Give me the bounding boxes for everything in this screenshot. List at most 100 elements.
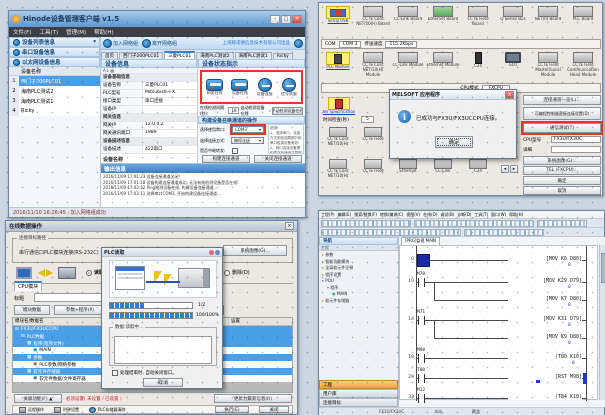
plc-if-ccie-field-head[interactable]: CC IE Field Communication Head Module [566, 52, 600, 77]
tab-home[interactable]: 首页 [101, 52, 118, 59]
output-log[interactable]: 2016/11/09 17:01:23 设备连接通道关闭! 2016/11/09… [101, 173, 305, 197]
pc-if-ccie-field-board[interactable]: CC IE Field Board [461, 6, 495, 27]
pc-if-ccie-cont-board[interactable]: CC IE Cont NET/10(H) Board [356, 6, 390, 27]
document-tab[interactable]: [PRG]监视 MAIN [401, 237, 440, 245]
instruction[interactable]: [MOV K29 D79] [508, 278, 582, 284]
ladder-canvas[interactable]: 0 [MOV K6 D80] 0 10 M70 [MOV K29 D79] 0 … [399, 245, 598, 400]
menu-convert[interactable]: 转换/编译(C) [380, 212, 403, 218]
tab-siemens[interactable]: 西门子200PLC01 [119, 52, 163, 59]
cancel-button[interactable]: 取消 [143, 378, 183, 387]
comm-test-button[interactable]: 通信测试(T) [523, 123, 601, 133]
close-button[interactable]: × [292, 15, 302, 24]
network-ccie-field[interactable]: CC IE Field [356, 127, 390, 142]
execute-button[interactable]: 执行(E) [215, 406, 249, 413]
property-category[interactable]: 设备描述信息 [101, 138, 197, 146]
join-network-button[interactable]: 加入网络组 [103, 39, 138, 48]
network-ccie-cont[interactable]: CC IE Cont NET/10(H) [321, 127, 355, 147]
toolbar-icons[interactable] [537, 220, 587, 227]
baud-rate-value[interactable]: 115.2Kbps [385, 41, 417, 48]
scrollbar-thumb[interactable] [601, 253, 605, 283]
coexist-ethernet[interactable]: Ethernet [391, 159, 425, 174]
property-category[interactable]: 设备基础信息 [101, 74, 197, 82]
nav-button-connection[interactable]: 连接目标 [319, 398, 398, 407]
instruction[interactable]: [MOV K6 D80] [508, 256, 582, 262]
contact[interactable] [418, 374, 425, 383]
toolbar-icons[interactable] [321, 229, 461, 236]
contact[interactable] [418, 394, 425, 403]
plc-if-ccie-cont-module[interactable]: CC IE Cont NET/10(H) Module [356, 52, 390, 77]
serial-port-select[interactable]: COM3 ▾ [232, 126, 264, 133]
plc-if-ethernet-module[interactable]: Ethernet Module [426, 52, 460, 68]
com-port-value[interactable]: COM 3 [339, 41, 362, 48]
interval-input[interactable]: 10 [228, 107, 239, 114]
channel-list-button[interactable]: 连接通道一览(L)... [523, 95, 601, 105]
close-button[interactable]: 关闭 [259, 406, 289, 413]
tab-hainan2[interactable]: 海南PLC测试2 [196, 52, 233, 59]
direct-connection-button[interactable]: 可编程控制器直接连接设置(D) [523, 107, 601, 120]
scroll-right-icon[interactable]: ▸ [510, 165, 518, 173]
toolbar-icons[interactable] [464, 229, 544, 236]
instruction[interactable]: [MOV K9 D80] [508, 334, 582, 340]
related-functions-button[interactable]: 关联功能(F) ▲ [14, 394, 62, 403]
hinode-titlebar[interactable]: Hinode设备管理客户端 v1.5 – □ × [9, 11, 305, 27]
menu-tool[interactable]: 工具(T) [474, 212, 488, 218]
menu-manage[interactable]: 管理(M) [66, 28, 86, 36]
property-row[interactable]: 接口类型串口连接 [101, 98, 197, 106]
system-image-button[interactable]: 系统图像(G)... [223, 245, 287, 256]
toolbar-icons[interactable] [414, 220, 534, 227]
timer-coil[interactable]: (T84 K10) [508, 394, 582, 400]
close-icon[interactable]: × [285, 222, 294, 230]
pc-if-net2-board[interactable]: NET(II) Board [531, 6, 565, 22]
radio-delete[interactable]: 删除(D) [224, 269, 250, 276]
online-titlebar[interactable]: 在线数据操作 × [6, 221, 297, 232]
gx-toolbar-row1[interactable] [319, 219, 604, 228]
scroll-left-icon[interactable]: ◂ [501, 165, 509, 173]
property-row[interactable]: 设备名称三菱PLC01 [101, 82, 197, 90]
menu-file[interactable]: 文件(F) [13, 28, 31, 36]
pc-if-serial-usb[interactable]: Serial USB [321, 6, 355, 24]
tab-hainan1[interactable]: 海南PLC测试1 [235, 52, 272, 59]
tab-mitsubishi[interactable]: 三菱PLC01 [164, 51, 195, 59]
tel-button[interactable]: TEL (FXCPU)... [523, 166, 601, 175]
menu-window[interactable]: 窗口(W) [491, 212, 506, 218]
project-tree[interactable]: ▸ 参数 ▸ 智能功能模块 ▸ 全局软元件注释 ▸ 程序设置 ▾ POU ▾ 程… [319, 251, 398, 304]
device-row-3[interactable]: 3 海南PLC测试1 [9, 96, 100, 106]
close-icon[interactable] [209, 250, 214, 255]
edit-cursor[interactable] [417, 254, 430, 267]
device-row-1[interactable]: 1 西门子200PLC01 [9, 76, 100, 86]
melsoft-ok-button[interactable]: 确定 [435, 136, 473, 148]
plc-read-titlebar[interactable]: PLC读取 [102, 248, 222, 257]
property-row[interactable]: 网关通讯端口1989 [101, 130, 197, 138]
vertical-scrollbar[interactable] [599, 245, 605, 400]
device-row-2[interactable]: 2 海南PLC测试2 [9, 86, 100, 96]
gx-toolbar-row2[interactable] [319, 228, 604, 237]
plc-if-ccie-field-master[interactable]: CC IE Field Master/Local Module [531, 52, 565, 77]
menu-tools[interactable]: 工具(T) [39, 28, 58, 36]
pc-if-cclink-board[interactable]: CC-Link Board [391, 6, 425, 22]
instruction[interactable]: [MOV K7 D80] [508, 296, 582, 302]
property-row[interactable]: 设备描述422串口 [101, 146, 197, 154]
contact[interactable] [418, 278, 425, 287]
menu-view[interactable]: 视图(V) [406, 212, 420, 218]
menu-project[interactable]: 工程(P) [321, 212, 335, 218]
timer-coil[interactable]: (T80 K10) [508, 354, 582, 360]
build-channel-button[interactable]: 构建连接通道 [202, 155, 250, 163]
ok-button[interactable]: 确定 [523, 176, 601, 185]
pc-if-plc-board[interactable]: PLC Board [566, 6, 600, 22]
remote-operation-button[interactable]: 远程操作 [19, 407, 44, 413]
sidebar-section-serial[interactable]: 串口设备信息 [9, 47, 100, 57]
param-program-button[interactable]: 参数+程序(P) [54, 305, 106, 315]
menu-help[interactable]: 帮助(H) [509, 212, 523, 218]
instruction[interactable]: [MOV K31 D79] [508, 316, 582, 322]
close-icon[interactable]: × [505, 91, 514, 99]
plc-if-plc-module[interactable]: PLC Module [321, 52, 355, 70]
cancel-button[interactable]: 取消 [523, 186, 601, 195]
close-channel-button[interactable]: 关闭连接通道 [254, 155, 302, 163]
module-data-button[interactable]: 模块数据 [14, 305, 50, 315]
device-row-4[interactable]: 4 Ricky [9, 106, 100, 116]
read-status-listbox[interactable] [114, 336, 212, 364]
menu-online[interactable]: 在线(O) [423, 212, 437, 218]
menu-edit[interactable]: 编辑(E) [338, 212, 352, 218]
minimize-icon[interactable] [215, 250, 220, 255]
coexist-ccie-cont[interactable]: CC IE Cont NET/10(H) [321, 159, 355, 179]
